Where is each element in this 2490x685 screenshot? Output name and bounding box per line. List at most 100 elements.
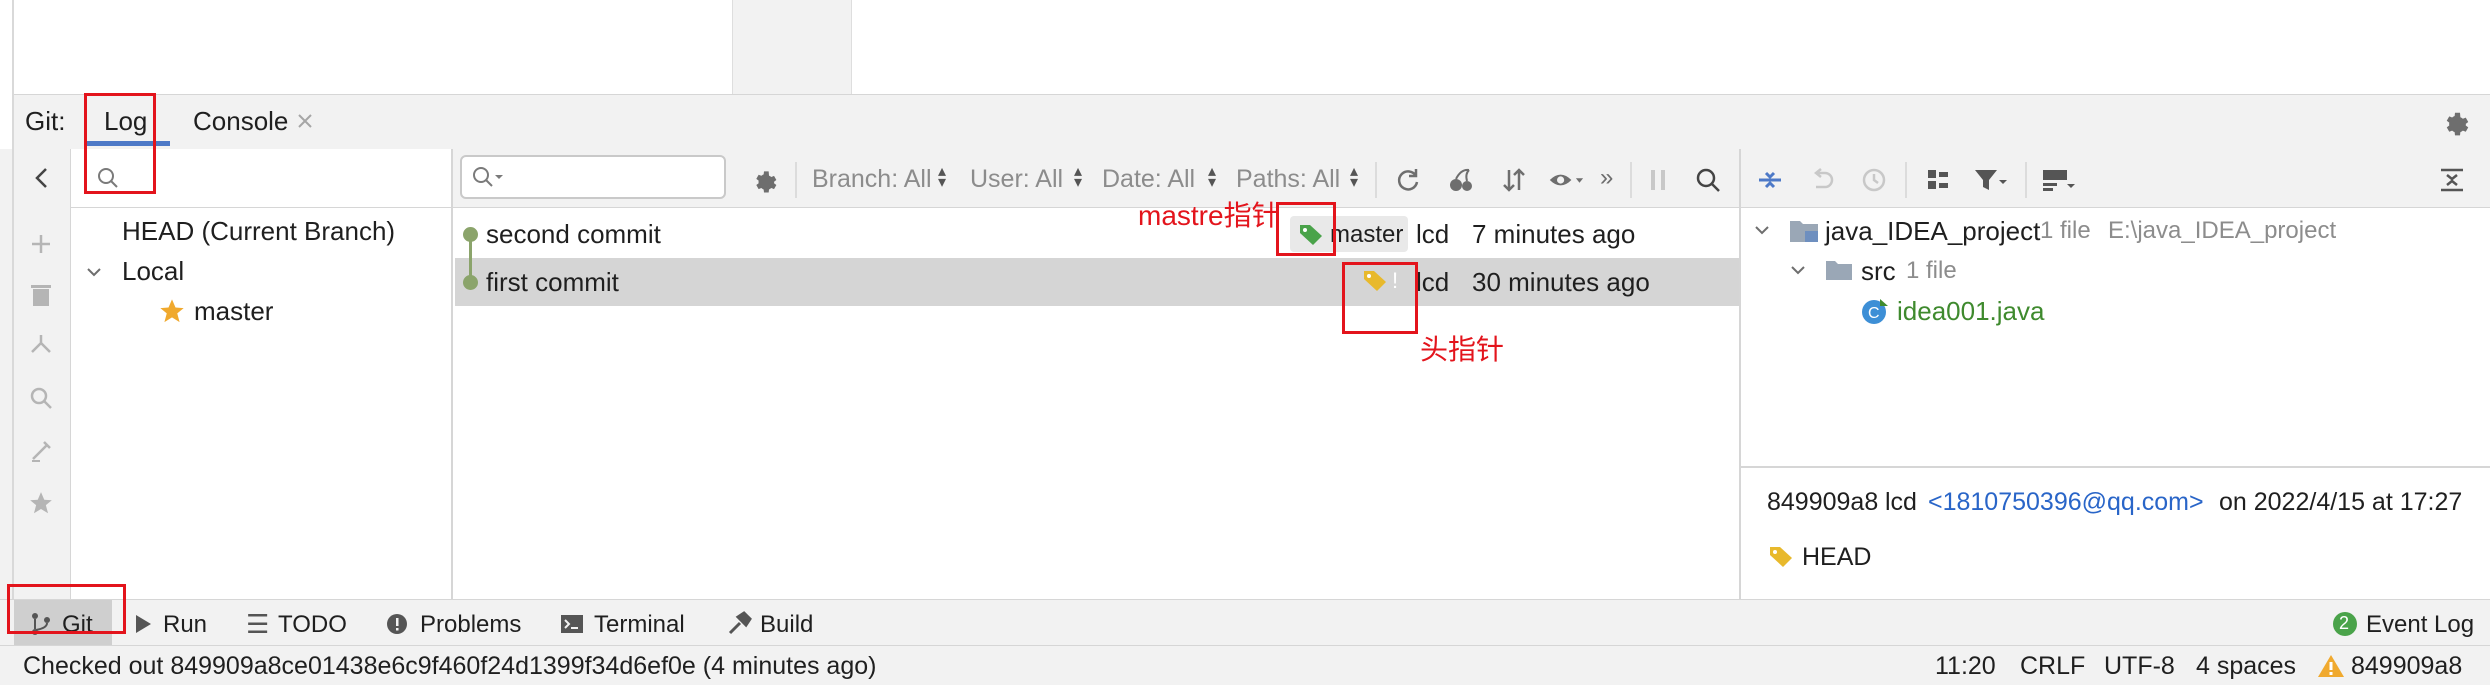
- star-icon[interactable]: [28, 490, 54, 516]
- search-icon: [470, 164, 504, 190]
- status-indent[interactable]: 4 spaces: [2196, 652, 2296, 681]
- commit-time: 7 minutes ago: [1472, 219, 1636, 249]
- commit-message[interactable]: first commit: [486, 267, 619, 298]
- commit-email-link[interactable]: <1810750396@qq.com>: [1928, 488, 2204, 517]
- commit-graph-node: [463, 275, 478, 290]
- date-filter[interactable]: Date: All: [1102, 165, 1195, 194]
- status-position[interactable]: 11:20: [1935, 652, 1996, 681]
- warning-icon: [2317, 653, 2345, 679]
- search-icon[interactable]: [1690, 162, 1726, 198]
- back-arrow-icon[interactable]: [28, 164, 56, 192]
- filter-arrows: ▴ ▾: [1350, 163, 1359, 191]
- run-icon: [133, 613, 153, 635]
- gear-icon[interactable]: [746, 162, 782, 198]
- user-filter[interactable]: User: All: [970, 165, 1063, 194]
- eye-icon[interactable]: [1548, 162, 1584, 198]
- src-file-count: 1 file: [1906, 257, 1957, 284]
- annotation-box-head: [1342, 262, 1418, 334]
- search-icon[interactable]: [28, 385, 54, 411]
- tool-terminal[interactable]: Terminal: [594, 611, 685, 639]
- sort-icon[interactable]: [1496, 162, 1532, 198]
- todo-icon: ☰: [246, 609, 270, 639]
- toolbar-separator: [1375, 162, 1377, 198]
- annotation-box-git-tool: [7, 584, 126, 634]
- status-branch[interactable]: 849909a8: [2351, 652, 2462, 681]
- project-path: E:\java_IDEA_project: [2108, 217, 2337, 244]
- gear-icon[interactable]: [2440, 107, 2470, 137]
- toolbar-separator: [2025, 162, 2027, 198]
- chevron-down-icon[interactable]: [1752, 220, 1772, 240]
- paths-filter[interactable]: Paths: All: [1236, 165, 1340, 194]
- tool-window-bar: [0, 599, 2490, 646]
- group-icon[interactable]: [1920, 162, 1956, 198]
- left-stripe-background: [0, 149, 12, 599]
- tool-todo[interactable]: TODO: [278, 611, 347, 639]
- editor-area: [0, 0, 2490, 94]
- src-folder[interactable]: src: [1861, 256, 1896, 287]
- preview-icon[interactable]: [2040, 162, 2076, 198]
- git-tab-bar: [14, 94, 2490, 150]
- commit-author: lcd: [1416, 219, 1450, 249]
- toolbar-separator: [1630, 162, 1632, 198]
- branch-filter[interactable]: Branch: All: [812, 165, 932, 194]
- annotation-box-log-tab: [84, 93, 156, 194]
- edit-icon[interactable]: [28, 438, 54, 464]
- toolbar-separator: [1905, 162, 1907, 198]
- refresh-icon[interactable]: [1390, 162, 1426, 198]
- tool-problems[interactable]: Problems: [420, 611, 521, 639]
- changes-toolbar: [1741, 149, 2490, 208]
- cherry-pick-icon[interactable]: [1443, 162, 1479, 198]
- branch-head[interactable]: HEAD (Current Branch): [122, 216, 395, 247]
- commit-ref: HEAD: [1802, 543, 1872, 571]
- filter-icon[interactable]: [1972, 162, 2008, 198]
- branch-master[interactable]: master: [194, 296, 273, 327]
- commit-date: on 2022/4/15 at 17:27: [2219, 488, 2463, 516]
- star-icon: [158, 297, 186, 325]
- filter-arrows: ▴ ▾: [1208, 163, 1217, 191]
- status-encoding[interactable]: UTF-8: [2104, 652, 2175, 681]
- collapse-all-icon[interactable]: [2434, 162, 2470, 198]
- tab-console[interactable]: Console: [193, 106, 288, 137]
- changes-panel-divider: [1739, 149, 1741, 599]
- problems-icon: [386, 613, 408, 635]
- tool-event-log[interactable]: Event Log: [2366, 611, 2474, 639]
- commit-detail-author: lcd: [1885, 488, 1917, 516]
- annotation-master-pointer: mastre指针: [1138, 200, 1280, 231]
- close-icon[interactable]: [296, 112, 314, 130]
- git-panel-title: Git:: [25, 106, 66, 136]
- editor-split-panel: [732, 0, 852, 94]
- commit-graph-node: [463, 227, 478, 242]
- undo-icon[interactable]: [1804, 162, 1840, 198]
- build-icon: [726, 611, 752, 637]
- history-icon[interactable]: [1856, 162, 1892, 198]
- tool-run[interactable]: Run: [163, 611, 207, 639]
- annotation-box-master: [1276, 202, 1336, 256]
- folder-icon: [1788, 217, 1820, 245]
- svg-text:C: C: [1868, 305, 1880, 322]
- chevron-down-icon[interactable]: [84, 262, 104, 282]
- status-line-separator[interactable]: CRLF: [2020, 652, 2085, 681]
- expand-icon[interactable]: [1752, 162, 1788, 198]
- branch-group-local[interactable]: Local: [122, 256, 184, 287]
- more-icon[interactable]: »: [1600, 164, 1613, 192]
- status-message: Checked out 849909a8ce01438e6c9f460f24d1…: [23, 652, 877, 680]
- branches-panel-divider: [451, 149, 453, 599]
- tag-icon: [1768, 544, 1794, 568]
- toolbar-separator: [795, 162, 797, 198]
- tool-build[interactable]: Build: [760, 611, 813, 639]
- merge-icon[interactable]: [28, 332, 54, 358]
- details-divider: [1741, 466, 2490, 468]
- annotation-head-pointer: 头指针: [1420, 334, 1505, 365]
- pause-icon[interactable]: [1640, 162, 1676, 198]
- terminal-icon: [560, 613, 584, 635]
- commit-author: lcd: [1416, 267, 1450, 297]
- chevron-down-icon[interactable]: [1788, 260, 1808, 280]
- project-name[interactable]: java_IDEA_project: [1825, 216, 2040, 247]
- branch-label-text: master: [1330, 221, 1404, 248]
- changed-file[interactable]: idea001.java: [1897, 296, 2044, 327]
- commit-message[interactable]: second commit: [486, 219, 661, 250]
- commit-time: 30 minutes ago: [1472, 267, 1650, 297]
- plus-icon[interactable]: [28, 231, 54, 257]
- trash-icon[interactable]: [29, 282, 53, 308]
- left-vertical-toolbar: [14, 149, 71, 599]
